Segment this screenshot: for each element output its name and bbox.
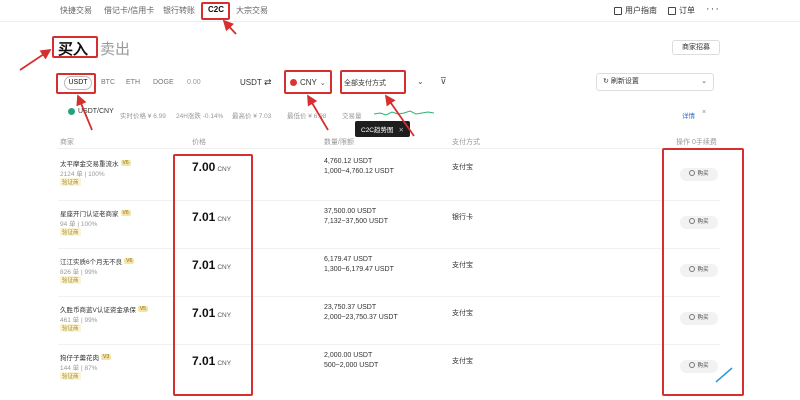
annotation-arrows <box>19 19 733 383</box>
